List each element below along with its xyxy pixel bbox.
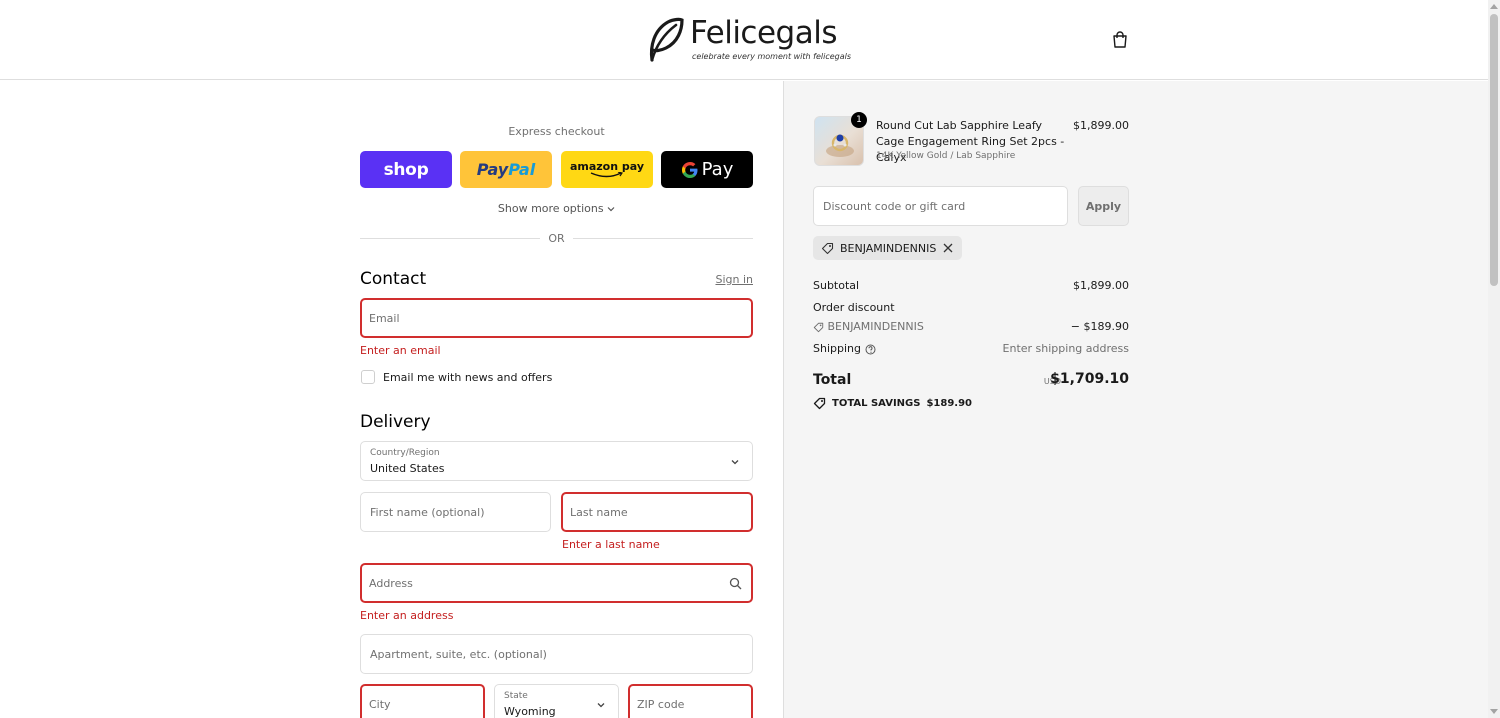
order-discount-label: Order discount (813, 301, 895, 314)
google-g-icon (681, 161, 698, 178)
site-header: Felicegals celebrate every moment with f… (0, 0, 1488, 80)
last-name-field[interactable] (561, 492, 753, 532)
google-pay-label: Pay (701, 159, 734, 180)
discount-code-input[interactable] (814, 187, 1067, 225)
subtotal-value: $1,899.00 (1073, 279, 1129, 292)
applied-discount-code: BENJAMINDENNIS (840, 241, 937, 255)
leaf-logo-icon (649, 17, 684, 62)
apply-discount-button[interactable]: Apply (1078, 186, 1129, 226)
apartment-field[interactable] (360, 634, 753, 674)
state-label: State (504, 691, 528, 701)
city-field[interactable] (360, 684, 485, 718)
discount-code-text: BENJAMINDENNIS (827, 320, 924, 333)
shopping-bag-icon[interactable] (1110, 30, 1130, 50)
shipping-label: Shipping (813, 342, 861, 355)
product-variant: 14K Yellow Gold / Lab Sapphire (876, 151, 1016, 161)
chevron-down-icon (731, 460, 739, 465)
contact-heading: Contact (360, 269, 427, 289)
delivery-heading: Delivery (360, 412, 431, 432)
last-name-error: Enter a last name (562, 538, 660, 551)
tag-icon (821, 242, 834, 254)
amazon-pay-button[interactable]: amazon pay (561, 151, 653, 188)
country-value: United States (370, 462, 445, 475)
address-error: Enter an address (360, 609, 454, 622)
product-price: $1,899.00 (1073, 119, 1129, 132)
state-value: Wyoming (504, 705, 556, 718)
paypal-label-1: Pay (476, 160, 509, 179)
or-divider: OR (360, 232, 753, 246)
show-more-options-link[interactable]: Show more options (360, 202, 753, 215)
google-pay-button[interactable]: Pay (661, 151, 753, 188)
scroll-thumb[interactable] (1490, 14, 1498, 286)
city-input[interactable] (362, 686, 483, 718)
savings-value: $189.90 (926, 398, 973, 409)
state-select[interactable]: State Wyoming (494, 684, 619, 718)
email-input[interactable] (362, 300, 751, 336)
savings-label: TOTAL SAVINGS (832, 398, 921, 409)
show-more-label: Show more options (497, 202, 604, 215)
discount-code-line: BENJAMINDENNIS (813, 320, 924, 333)
first-name-input[interactable] (361, 493, 550, 531)
brand-tagline: celebrate every moment with felicegals (692, 52, 852, 61)
address-input[interactable] (362, 565, 751, 601)
express-checkout-title: Express checkout (508, 125, 605, 138)
chevron-down-icon (607, 207, 615, 212)
shipping-row: Shipping Enter shipping address (813, 342, 1129, 358)
shipping-value: Enter shipping address (1002, 342, 1129, 355)
applied-discount-chip: BENJAMINDENNIS (813, 236, 963, 260)
discount-amount: − $189.90 (1070, 320, 1129, 333)
scroll-down-arrow-icon[interactable] (1490, 709, 1498, 714)
brand-name: Felicegals (690, 15, 838, 51)
email-field[interactable] (360, 298, 753, 338)
order-discount-row: Order discount (813, 301, 1129, 317)
country-label: Country/Region (370, 448, 440, 458)
paypal-label-2: Pal (508, 160, 536, 179)
remove-discount-icon[interactable] (942, 242, 954, 254)
tag-icon (813, 322, 824, 332)
divider-line-right (573, 238, 753, 239)
help-circle-icon[interactable] (865, 344, 876, 355)
first-name-field[interactable] (360, 492, 551, 532)
last-name-input[interactable] (563, 494, 751, 530)
address-field[interactable] (360, 563, 753, 603)
shop-pay-button[interactable]: shop (360, 151, 452, 188)
amazon-smile-icon (590, 171, 623, 177)
country-select[interactable]: Country/Region United States (360, 441, 753, 481)
discount-code-row: BENJAMINDENNIS − $189.90 (813, 320, 1129, 336)
scroll-up-arrow-icon[interactable] (1490, 4, 1498, 9)
discount-code-field[interactable] (813, 186, 1068, 226)
amazon-pay-label: amazon pay (569, 159, 645, 173)
total-amount: $1,709.10 (1050, 371, 1129, 387)
paypal-button[interactable]: Pay Pal (460, 151, 552, 188)
apartment-input[interactable] (361, 635, 752, 673)
chevron-down-icon (597, 703, 605, 708)
page-scrollbar[interactable] (1488, 0, 1500, 718)
subtotal-row: Subtotal $1,899.00 (813, 279, 1129, 295)
search-icon[interactable] (729, 577, 742, 590)
newsletter-label: Email me with news and offers (383, 371, 553, 384)
shipping-label-group: Shipping (813, 342, 876, 355)
sign-in-link[interactable]: Sign in (700, 273, 753, 286)
brand-logo[interactable]: Felicegals celebrate every moment with f… (646, 14, 851, 66)
tag-icon (813, 397, 826, 410)
zip-input[interactable] (630, 686, 751, 718)
subtotal-label: Subtotal (813, 279, 860, 292)
email-error: Enter an email (360, 344, 441, 357)
total-label: Total (813, 372, 852, 388)
total-savings: TOTAL SAVINGS $189.90 (813, 397, 972, 410)
zip-field[interactable] (628, 684, 753, 718)
shop-pay-label: shop (383, 159, 429, 180)
newsletter-checkbox[interactable] (361, 370, 375, 384)
quantity-badge: 1 (851, 112, 867, 128)
